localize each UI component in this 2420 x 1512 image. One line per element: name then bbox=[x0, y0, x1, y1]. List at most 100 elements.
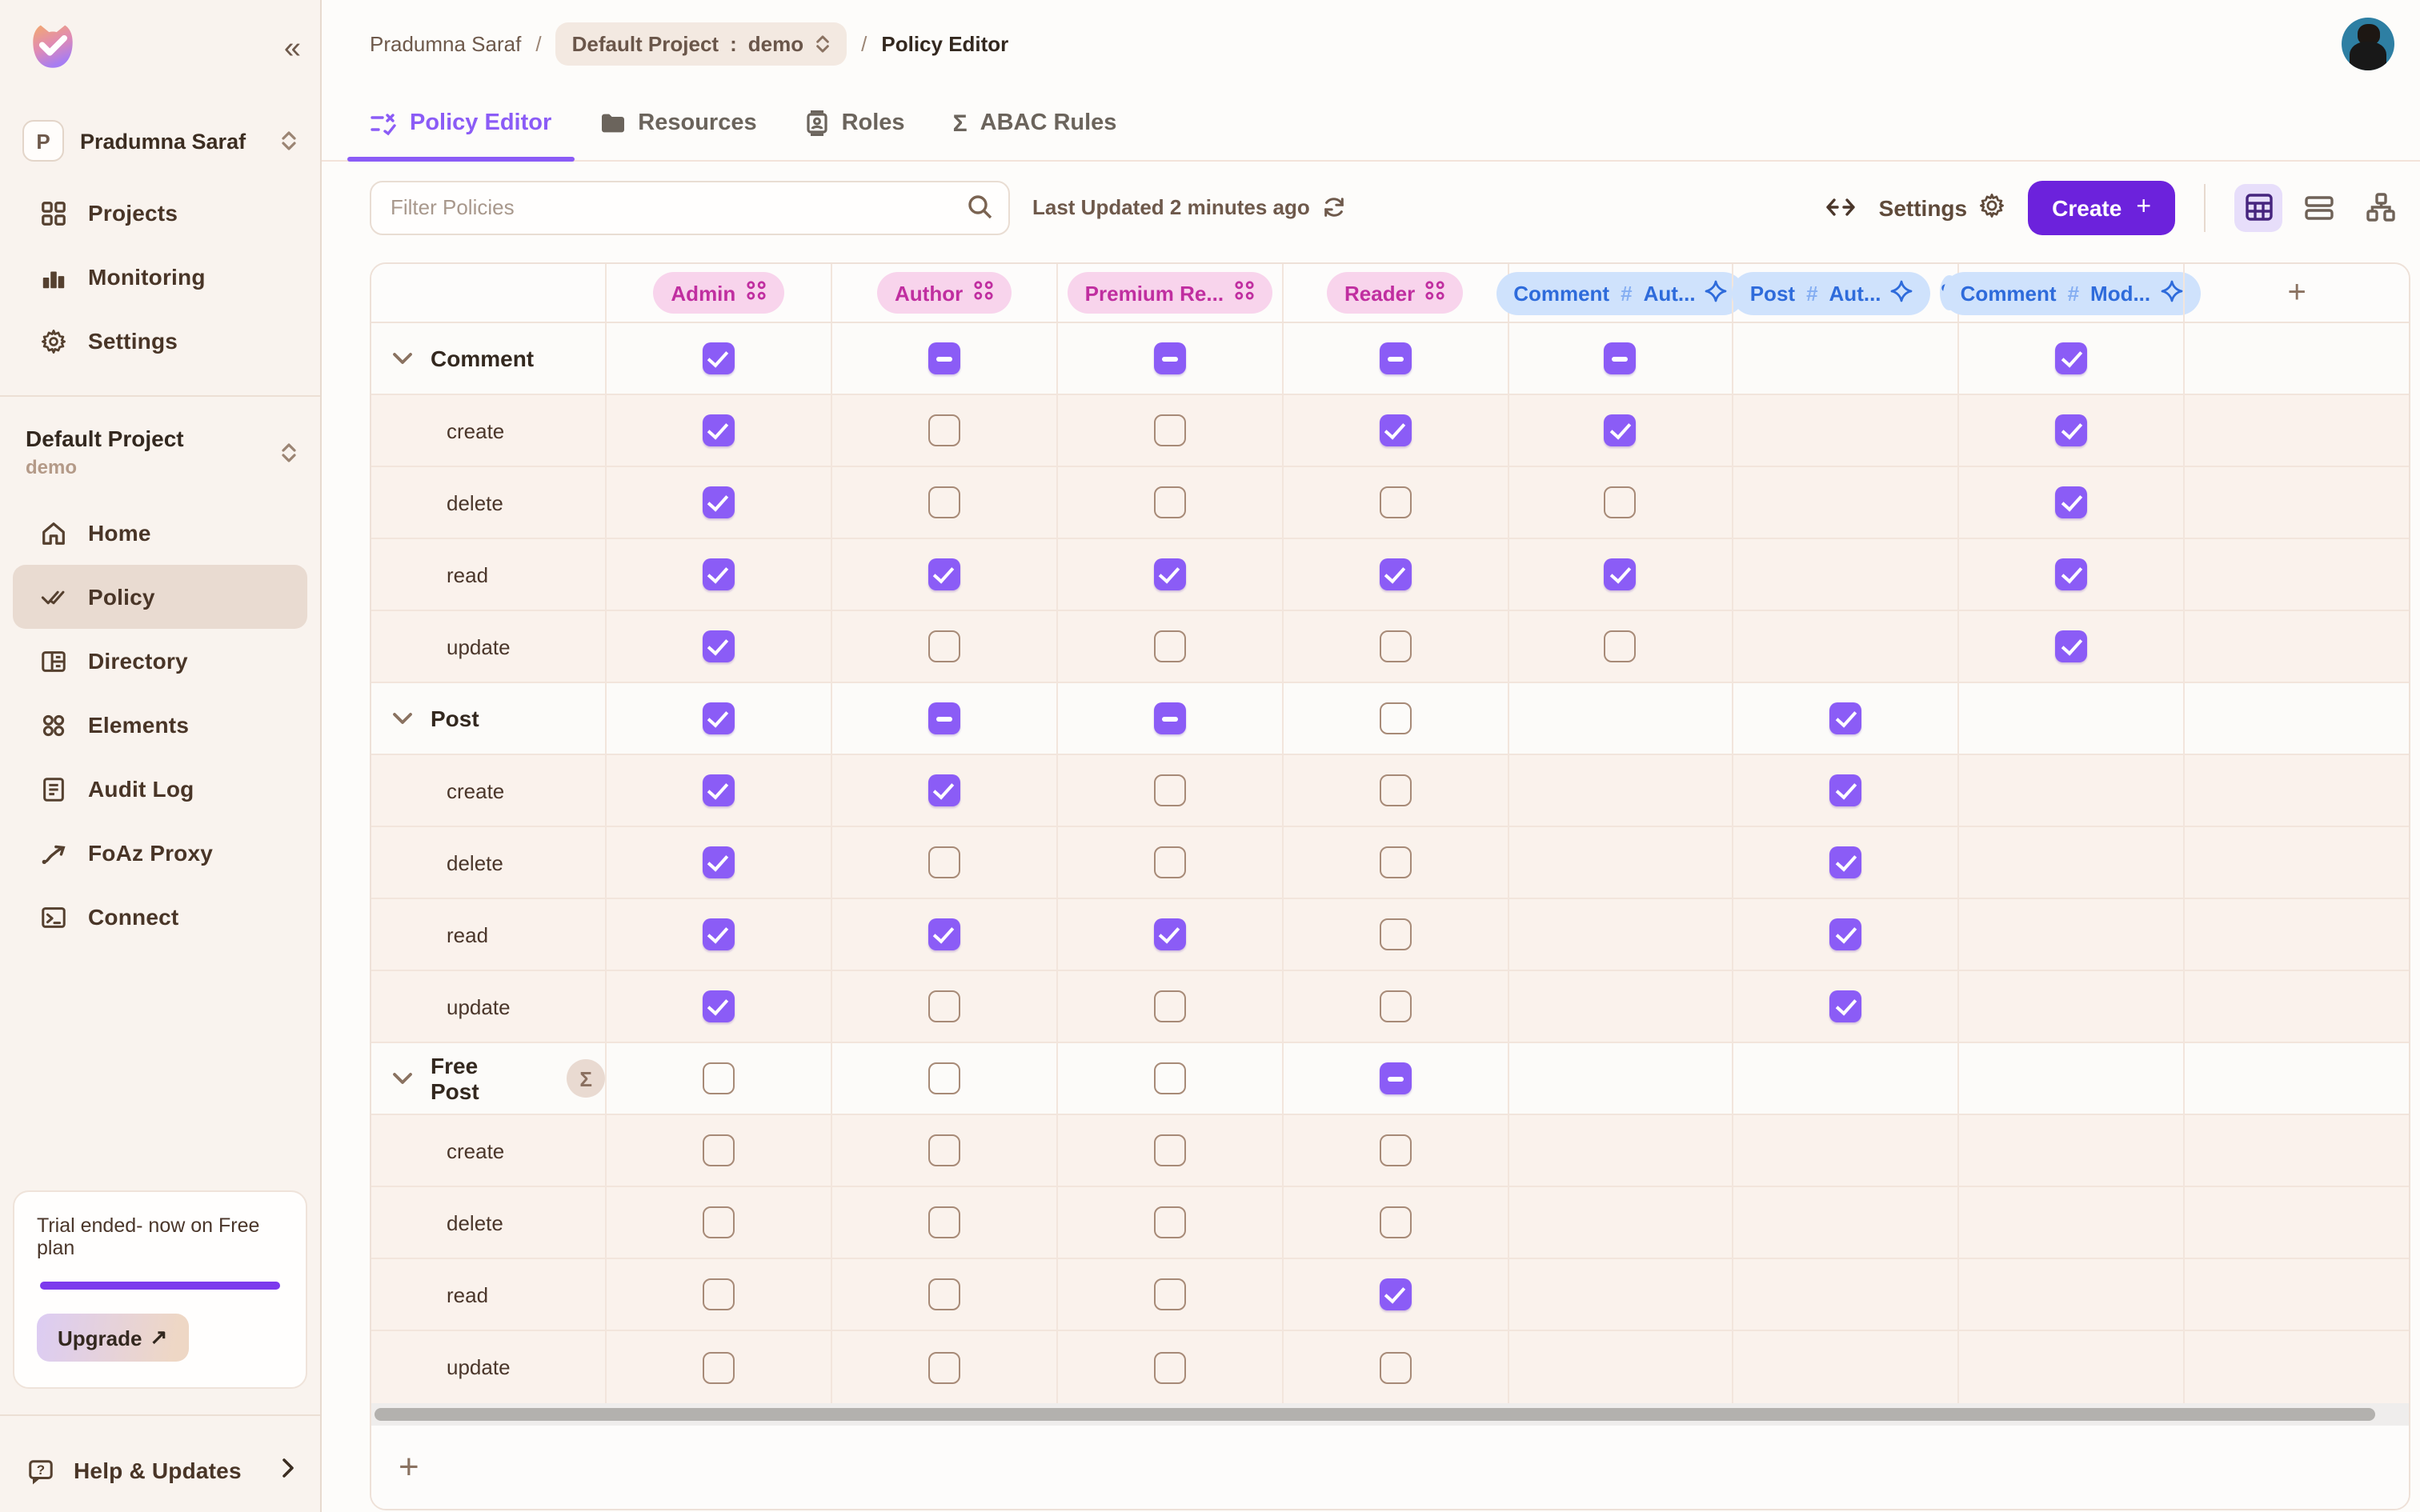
resource-role-pill-comment-aut[interactable]: Comment#Aut... bbox=[1496, 271, 1745, 314]
permission-checkbox-unchecked[interactable] bbox=[703, 1062, 735, 1094]
breadcrumb-org[interactable]: Pradumna Saraf bbox=[370, 31, 521, 55]
permission-checkbox-unchecked[interactable] bbox=[1153, 630, 1185, 662]
permission-checkbox-checked[interactable] bbox=[928, 558, 960, 590]
permission-checkbox-unchecked[interactable] bbox=[1379, 846, 1411, 878]
permission-checkbox-checked[interactable] bbox=[703, 342, 735, 374]
permission-checkbox-checked[interactable] bbox=[703, 990, 735, 1022]
permission-checkbox-unchecked[interactable] bbox=[1379, 1351, 1411, 1383]
sidebar-item-directory[interactable]: Directory bbox=[13, 629, 307, 693]
permission-checkbox-checked[interactable] bbox=[2055, 342, 2087, 374]
chevron-down-icon[interactable] bbox=[392, 1071, 413, 1086]
sidebar-item-projects[interactable]: Projects bbox=[13, 181, 307, 245]
table-view-toggle[interactable] bbox=[2234, 183, 2282, 231]
permission-checkbox-unchecked[interactable] bbox=[1153, 846, 1185, 878]
add-role-button[interactable]: + bbox=[2287, 274, 2306, 311]
permission-checkbox-unchecked[interactable] bbox=[703, 1206, 735, 1238]
permission-checkbox-checked[interactable] bbox=[1605, 558, 1637, 590]
user-avatar[interactable] bbox=[2342, 17, 2394, 70]
resource-role-pill-comment-mod[interactable]: Comment#Mod... bbox=[1943, 271, 2200, 314]
resize-columns-icon[interactable] bbox=[1825, 197, 1857, 218]
role-pill-premium-re[interactable]: Premium Re... bbox=[1068, 272, 1272, 314]
tab-resources[interactable]: Resources bbox=[599, 86, 756, 160]
refresh-icon[interactable] bbox=[1323, 195, 1347, 219]
project-switcher[interactable]: Default Project demo bbox=[0, 410, 320, 491]
filter-policies-input[interactable] bbox=[370, 180, 1010, 234]
permission-checkbox-checked[interactable] bbox=[2055, 414, 2087, 446]
permission-checkbox-unchecked[interactable] bbox=[1379, 486, 1411, 518]
sidebar-item-policy[interactable]: Policy bbox=[13, 565, 307, 629]
permission-checkbox-unchecked[interactable] bbox=[1379, 918, 1411, 950]
permission-checkbox-unchecked[interactable] bbox=[1379, 774, 1411, 806]
permission-checkbox-checked[interactable] bbox=[1379, 558, 1411, 590]
permission-checkbox-indeterminate[interactable] bbox=[928, 342, 960, 374]
sidebar-item-elements[interactable]: Elements bbox=[13, 693, 307, 757]
permission-checkbox-checked[interactable] bbox=[1605, 414, 1637, 446]
permission-checkbox-checked[interactable] bbox=[703, 846, 735, 878]
permission-checkbox-unchecked[interactable] bbox=[1379, 630, 1411, 662]
abac-sigma-badge[interactable]: Σ bbox=[567, 1059, 605, 1098]
permission-checkbox-checked[interactable] bbox=[703, 702, 735, 734]
permission-checkbox-checked[interactable] bbox=[1830, 774, 1862, 806]
permission-checkbox-checked[interactable] bbox=[1153, 918, 1185, 950]
permission-checkbox-unchecked[interactable] bbox=[703, 1278, 735, 1310]
add-resource-button[interactable]: + bbox=[399, 1446, 419, 1488]
chevron-down-icon[interactable] bbox=[392, 351, 413, 366]
permission-checkbox-checked[interactable] bbox=[1379, 414, 1411, 446]
permission-checkbox-unchecked[interactable] bbox=[1379, 1206, 1411, 1238]
role-pill-admin[interactable]: Admin bbox=[653, 272, 783, 314]
sidebar-item-home[interactable]: Home bbox=[13, 501, 307, 565]
tab-policy-editor[interactable]: Policy Editor bbox=[370, 86, 551, 160]
permission-checkbox-indeterminate[interactable] bbox=[928, 702, 960, 734]
permission-checkbox-unchecked[interactable] bbox=[928, 630, 960, 662]
create-button[interactable]: Create + bbox=[2028, 180, 2175, 234]
permission-checkbox-unchecked[interactable] bbox=[1379, 990, 1411, 1022]
workspace-switcher[interactable]: P Pradumna Saraf bbox=[0, 94, 320, 171]
permission-checkbox-checked[interactable] bbox=[703, 630, 735, 662]
permission-checkbox-unchecked[interactable] bbox=[1605, 630, 1637, 662]
permission-checkbox-checked[interactable] bbox=[2055, 486, 2087, 518]
scrollbar-thumb[interactable] bbox=[375, 1408, 2375, 1421]
permission-checkbox-unchecked[interactable] bbox=[928, 1206, 960, 1238]
permission-checkbox-unchecked[interactable] bbox=[1153, 1351, 1185, 1383]
permission-checkbox-checked[interactable] bbox=[1153, 558, 1185, 590]
permission-checkbox-indeterminate[interactable] bbox=[1379, 1062, 1411, 1094]
permission-checkbox-unchecked[interactable] bbox=[928, 846, 960, 878]
permission-checkbox-checked[interactable] bbox=[928, 774, 960, 806]
chevron-down-icon[interactable] bbox=[392, 711, 413, 726]
sidebar-item-foaz-proxy[interactable]: FoAz Proxy bbox=[13, 821, 307, 885]
permission-checkbox-checked[interactable] bbox=[1830, 846, 1862, 878]
permission-checkbox-unchecked[interactable] bbox=[1379, 1134, 1411, 1166]
permission-checkbox-checked[interactable] bbox=[1830, 702, 1862, 734]
tab-abac-rules[interactable]: ΣABAC Rules bbox=[953, 86, 1117, 160]
role-pill-author[interactable]: Author bbox=[877, 272, 1011, 314]
permission-checkbox-unchecked[interactable] bbox=[1153, 1134, 1185, 1166]
permission-checkbox-indeterminate[interactable] bbox=[1605, 342, 1637, 374]
permission-checkbox-unchecked[interactable] bbox=[1153, 774, 1185, 806]
permission-checkbox-unchecked[interactable] bbox=[1153, 486, 1185, 518]
permission-checkbox-unchecked[interactable] bbox=[928, 1278, 960, 1310]
resource-role-pill-post-aut[interactable]: Post#Aut... bbox=[1733, 271, 1931, 314]
permission-checkbox-checked[interactable] bbox=[928, 918, 960, 950]
permission-checkbox-unchecked[interactable] bbox=[703, 1351, 735, 1383]
permission-checkbox-checked[interactable] bbox=[1379, 1278, 1411, 1310]
policy-settings-button[interactable]: Settings bbox=[1879, 191, 2005, 223]
permission-checkbox-unchecked[interactable] bbox=[703, 1134, 735, 1166]
list-view-toggle[interactable] bbox=[2295, 183, 2343, 231]
permission-checkbox-checked[interactable] bbox=[703, 486, 735, 518]
permission-checkbox-unchecked[interactable] bbox=[928, 1062, 960, 1094]
breadcrumb-project-selector[interactable]: Default Project : demo bbox=[556, 22, 847, 65]
permission-checkbox-checked[interactable] bbox=[703, 918, 735, 950]
sidebar-item-settings[interactable]: Settings bbox=[13, 309, 307, 373]
permission-checkbox-unchecked[interactable] bbox=[928, 414, 960, 446]
graph-view-toggle[interactable] bbox=[2356, 183, 2404, 231]
permission-checkbox-unchecked[interactable] bbox=[1605, 486, 1637, 518]
permission-checkbox-indeterminate[interactable] bbox=[1379, 342, 1411, 374]
permission-checkbox-unchecked[interactable] bbox=[1153, 1206, 1185, 1238]
permission-checkbox-checked[interactable] bbox=[1830, 990, 1862, 1022]
permission-checkbox-indeterminate[interactable] bbox=[1153, 702, 1185, 734]
permission-checkbox-unchecked[interactable] bbox=[1153, 414, 1185, 446]
upgrade-button[interactable]: Upgrade ↗ bbox=[37, 1314, 188, 1362]
permission-checkbox-unchecked[interactable] bbox=[1153, 1278, 1185, 1310]
tab-roles[interactable]: Roles bbox=[805, 86, 905, 160]
permission-checkbox-checked[interactable] bbox=[703, 414, 735, 446]
